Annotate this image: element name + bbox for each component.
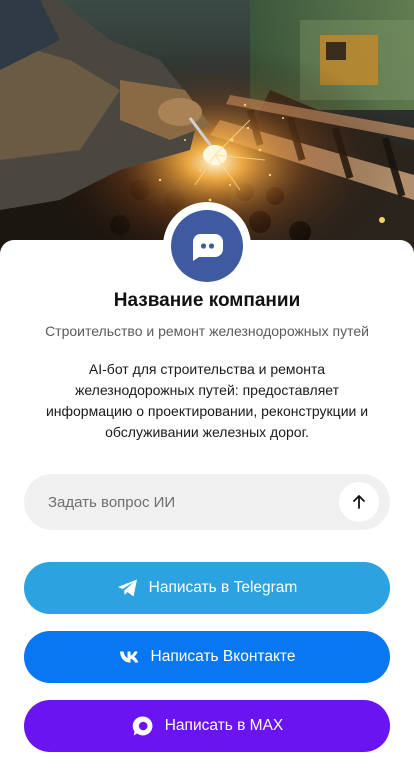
company-subtitle: Строительство и ремонт железнодорожных п… [45, 323, 369, 339]
max-button-label: Написать в MAX [164, 717, 284, 734]
telegram-button[interactable]: Написать в Telegram [24, 562, 390, 614]
company-name: Название компании [113, 290, 301, 311]
chat-bot-icon [171, 210, 243, 282]
telegram-icon [117, 578, 139, 598]
ask-ai-input[interactable] [48, 474, 328, 530]
vk-button-label: Написать Вконтакте [150, 648, 296, 665]
vk-button[interactable]: Написать Вконтакте [24, 631, 390, 683]
company-description: AI-бот для строительства и ремонта желез… [45, 361, 369, 440]
send-button[interactable] [339, 482, 379, 522]
ask-ai-field [24, 474, 390, 530]
max-button[interactable]: Написать в MAX [24, 700, 390, 752]
arrow-up-icon [353, 495, 365, 509]
max-icon [131, 714, 155, 738]
telegram-button-label: Написать в Telegram [148, 579, 298, 596]
vk-icon [119, 650, 141, 664]
avatar [163, 202, 251, 290]
